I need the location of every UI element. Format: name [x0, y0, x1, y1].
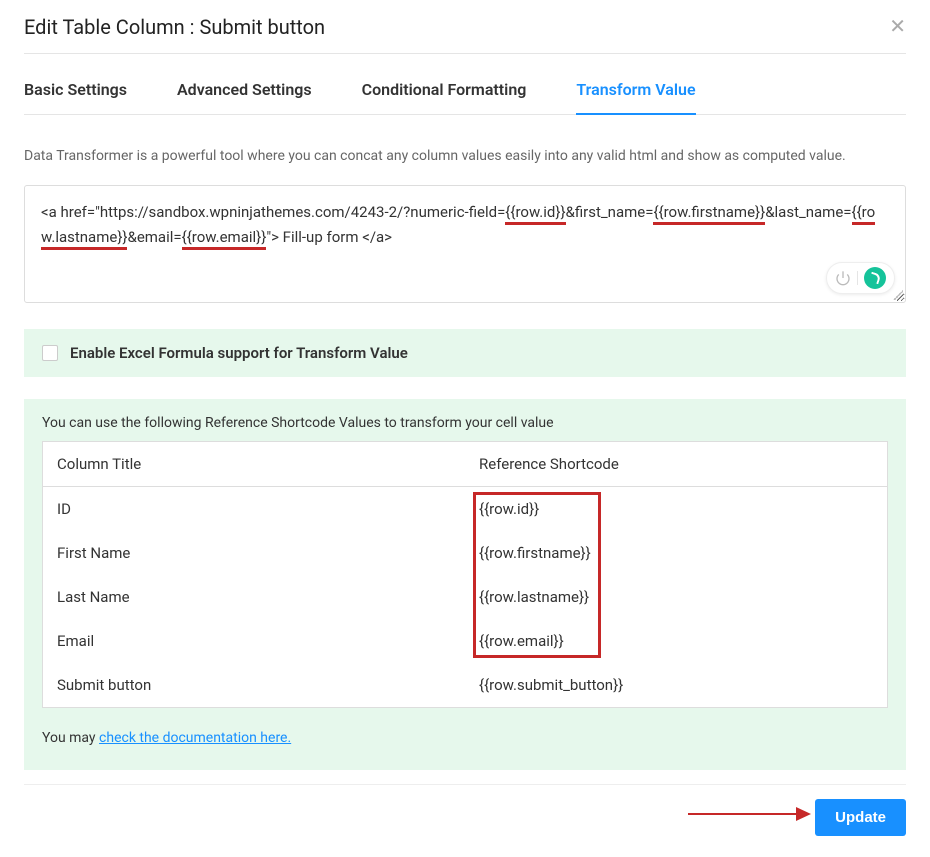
- excel-formula-panel: Enable Excel Formula support for Transfo…: [24, 329, 906, 377]
- grammarly-icon: [864, 267, 886, 289]
- doc-row: You may check the documentation here.: [42, 730, 888, 746]
- power-icon: [835, 270, 851, 286]
- col-title-cell: ID: [43, 486, 466, 531]
- excel-formula-label: Enable Excel Formula support for Transfo…: [70, 344, 408, 362]
- table-row: Email{{row.email}}: [43, 619, 888, 663]
- modal-title: Edit Table Column : Submit button: [24, 15, 325, 39]
- col-ref-cell: {{row.lastname}}: [465, 575, 888, 619]
- transform-description: Data Transformer is a powerful tool wher…: [24, 145, 906, 169]
- shortcode-description: You can use the following Reference Shor…: [42, 415, 888, 431]
- close-icon[interactable]: ✕: [889, 14, 906, 39]
- resize-handle-icon[interactable]: [893, 290, 903, 300]
- col-ref-cell: {{row.id}}: [465, 486, 888, 531]
- col-ref-cell: {{row.firstname}}: [465, 531, 888, 575]
- table-row: First Name{{row.firstname}}: [43, 531, 888, 575]
- col-ref-header: Reference Shortcode: [465, 441, 888, 486]
- tab-basic[interactable]: Basic Settings: [24, 80, 127, 115]
- update-button[interactable]: Update: [815, 799, 906, 836]
- code-text: <a href="https://sandbox.wpninjathemes.c…: [41, 203, 875, 251]
- table-row: ID{{row.id}}: [43, 486, 888, 531]
- grammarly-widget[interactable]: [826, 262, 895, 294]
- col-title-cell: Submit button: [43, 663, 466, 708]
- tab-advanced[interactable]: Advanced Settings: [177, 80, 312, 115]
- col-title-cell: First Name: [43, 531, 466, 575]
- tabs: Basic Settings Advanced Settings Conditi…: [24, 80, 906, 115]
- tab-transform[interactable]: Transform Value: [576, 80, 695, 115]
- documentation-link[interactable]: check the documentation here.: [99, 730, 291, 746]
- col-title-cell: Last Name: [43, 575, 466, 619]
- table-row: Last Name{{row.lastname}}: [43, 575, 888, 619]
- col-ref-cell: {{row.email}}: [465, 619, 888, 663]
- excel-formula-checkbox[interactable]: [42, 345, 58, 361]
- col-title-header: Column Title: [43, 441, 466, 486]
- shortcode-panel: You can use the following Reference Shor…: [24, 399, 906, 770]
- col-title-cell: Email: [43, 619, 466, 663]
- shortcode-table: Column Title Reference Shortcode ID{{row…: [42, 441, 888, 708]
- transform-code-input[interactable]: <a href="https://sandbox.wpninjathemes.c…: [24, 185, 906, 303]
- col-ref-cell: {{row.submit_button}}: [465, 663, 888, 708]
- table-row: Submit button{{row.submit_button}}: [43, 663, 888, 708]
- annotation-arrow-icon: [686, 799, 811, 829]
- tab-conditional[interactable]: Conditional Formatting: [362, 80, 527, 115]
